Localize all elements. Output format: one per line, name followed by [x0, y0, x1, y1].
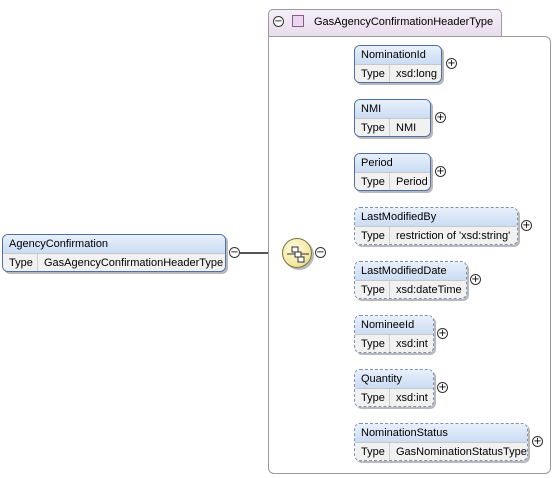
element-quantity[interactable]: Quantity Type xsd:int	[354, 369, 436, 409]
root-element-agency-confirmation[interactable]: AgencyConfirmation Type GasAgencyConfirm…	[2, 234, 228, 274]
element-name: NomineeId	[355, 316, 433, 334]
complex-type-collapse-toggle[interactable]: −	[273, 16, 284, 27]
element-nomination-status[interactable]: NominationStatus Type GasNominationStatus…	[354, 423, 530, 463]
element-name: NominationId	[355, 46, 441, 64]
type-label: Type	[355, 227, 390, 244]
sequence-compositor[interactable]	[282, 238, 312, 268]
type-value: GasNominationStatusType	[396, 446, 527, 458]
type-label: Type	[355, 281, 390, 298]
type-value: GasAgencyConfirmationHeaderType	[44, 257, 224, 269]
element-name: Period	[355, 154, 430, 172]
type-value: Period	[396, 176, 428, 188]
sequence-collapse-toggle[interactable]: −	[315, 247, 326, 258]
element-name: Quantity	[355, 370, 433, 388]
expand-toggle-nomination-status[interactable]: +	[532, 436, 543, 447]
type-value: xsd:int	[396, 338, 428, 350]
expand-toggle-last-modified-by[interactable]: +	[521, 220, 532, 231]
element-name: NominationStatus	[355, 424, 527, 442]
element-nominee-id[interactable]: NomineeId Type xsd:int	[354, 315, 436, 355]
type-value: NMI	[396, 122, 417, 134]
element-nomination-id[interactable]: NominationId Type xsd:long	[354, 45, 444, 85]
expand-toggle-nmi[interactable]: +	[435, 112, 446, 123]
type-value: xsd:int	[396, 392, 428, 404]
element-last-modified-by[interactable]: LastModifiedBy Type restriction of 'xsd:s…	[354, 207, 520, 247]
type-label: Type	[355, 119, 390, 136]
type-label: Type	[355, 335, 390, 352]
complex-type-icon	[292, 15, 304, 27]
type-value: xsd:long	[396, 68, 437, 80]
type-value: xsd:dateTime	[396, 284, 462, 296]
type-label: Type	[355, 65, 390, 82]
element-name: NMI	[355, 100, 430, 118]
expand-toggle-last-modified-date[interactable]: +	[470, 274, 481, 285]
type-label: Type	[355, 173, 390, 190]
expand-toggle-nomination-id[interactable]: +	[446, 58, 457, 69]
expand-toggle-quantity[interactable]: +	[437, 382, 448, 393]
type-label: Type	[355, 443, 390, 460]
type-label: Type	[3, 254, 38, 271]
type-label: Type	[355, 389, 390, 406]
element-name: LastModifiedDate	[355, 262, 466, 280]
type-value: restriction of 'xsd:string'	[396, 230, 511, 242]
expand-toggle-period[interactable]: +	[435, 166, 446, 177]
complex-type-name: GasAgencyConfirmationHeaderType	[314, 16, 494, 28]
element-period[interactable]: Period Type Period	[354, 153, 433, 193]
root-collapse-toggle[interactable]: −	[229, 247, 240, 258]
sequence-icon	[287, 246, 309, 263]
element-last-modified-date[interactable]: LastModifiedDate Type xsd:dateTime	[354, 261, 469, 301]
element-name: LastModifiedBy	[355, 208, 517, 226]
expand-toggle-nominee-id[interactable]: +	[437, 328, 448, 339]
element-name: AgencyConfirmation	[3, 235, 225, 253]
element-nmi[interactable]: NMI Type NMI	[354, 99, 433, 139]
